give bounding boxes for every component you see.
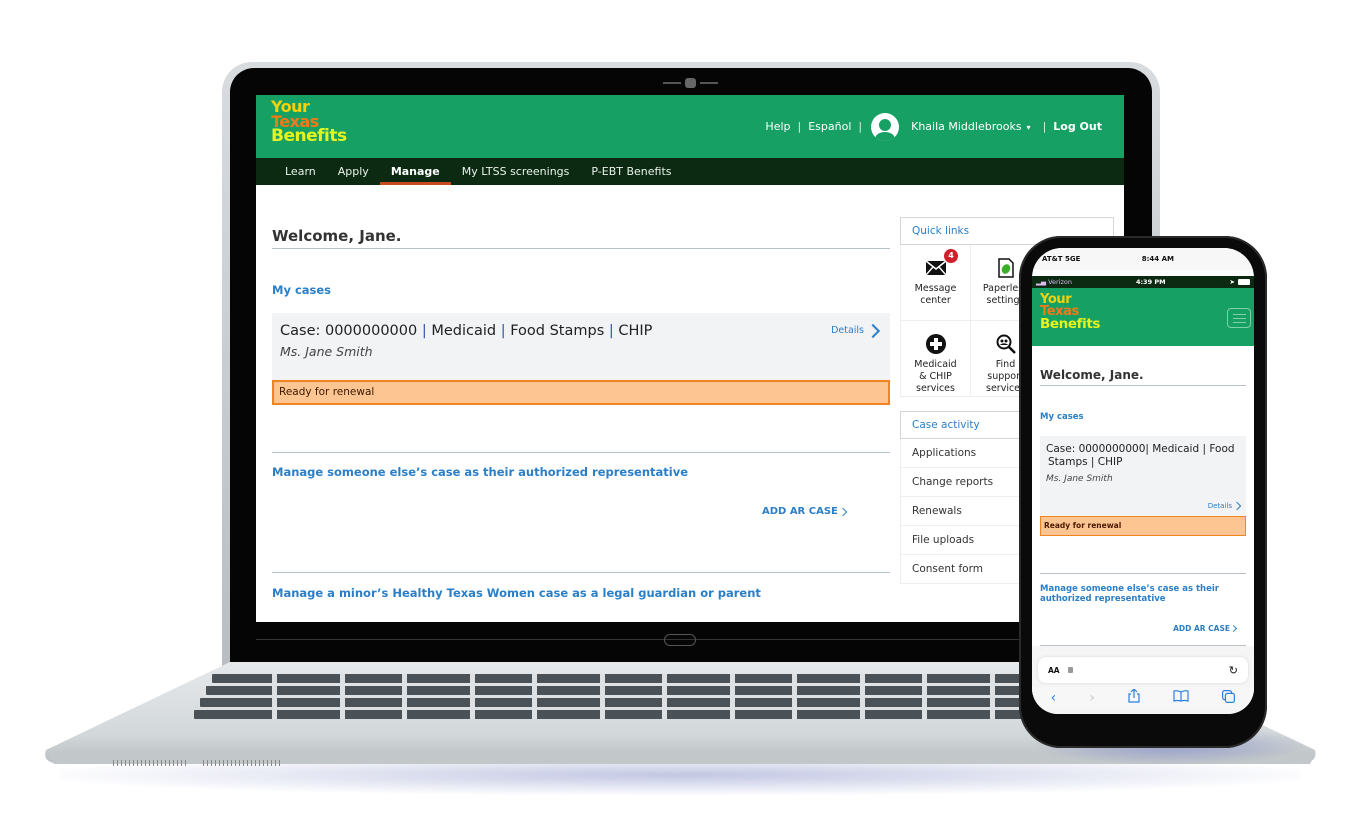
nav-pebt-benefits[interactable]: P-EBT Benefits — [580, 158, 682, 185]
outer-carrier: AT&T 5GE — [1042, 255, 1081, 263]
paperless-leaf-icon — [997, 258, 1014, 278]
separator: | — [1042, 120, 1047, 133]
minor-case-heading: Manage a minor’s Healthy Texas Women cas… — [272, 586, 761, 600]
site-header: Your Texas Benefits Help | Español | Kha… — [256, 95, 1124, 158]
case-card: Case: 0000000000 | Medicaid | Food Stamp… — [272, 313, 890, 380]
browser-toolbar: ‹ › — [1032, 687, 1254, 709]
utility-nav: Help | Español | Khaila Middlebrooks ▾ | … — [765, 95, 1102, 158]
laptop-vent-left — [113, 760, 188, 766]
add-ar-case-button[interactable]: ADD AR CASE — [1040, 624, 1246, 633]
tabs-icon[interactable] — [1222, 689, 1236, 707]
chevron-right-icon — [865, 323, 881, 338]
outer-time: 8:44 AM — [1141, 255, 1174, 263]
lock-icon — [1067, 667, 1073, 673]
signal-icon: ▂▄ — [1036, 278, 1049, 286]
quick-link-medicaid-chip[interactable]: Medicaid & CHIP services — [901, 321, 971, 397]
mobile-content: Welcome, Jane. My cases Case: 0000000000… — [1032, 346, 1254, 646]
chevron-right-icon — [1232, 501, 1242, 511]
divider — [272, 452, 890, 453]
mobile-site-header: Your Texas Benefits — [1032, 288, 1254, 346]
page-title: Welcome, Jane. — [272, 217, 890, 249]
browser-chrome: AA ↻ ‹ › — [1032, 646, 1254, 714]
site-logo[interactable]: Your Texas Benefits — [271, 99, 347, 145]
main-nav: Learn Apply Manage My LTSS screenings P-… — [256, 158, 1124, 185]
reload-icon[interactable]: ↻ — [1229, 664, 1238, 677]
avatar-icon[interactable] — [871, 112, 900, 141]
search-people-icon — [996, 334, 1016, 354]
case-title-line2: Stamps | CHIP — [1048, 456, 1123, 468]
site-logo[interactable]: Your Texas Benefits — [1040, 293, 1100, 331]
outer-status-bar: AT&T 5GE 8:44 AM — [1032, 248, 1254, 270]
inner-time: 4:39 PM — [1135, 278, 1166, 286]
back-icon[interactable]: ‹ — [1051, 690, 1057, 706]
forward-icon[interactable]: › — [1089, 690, 1095, 706]
inner-status-bar: ▂▄ Verizon 4:39 PM ➤ — [1032, 276, 1254, 288]
divider — [272, 572, 890, 573]
nav-learn[interactable]: Learn — [274, 158, 327, 185]
hamburger-menu-icon[interactable] — [1227, 308, 1251, 328]
message-count-badge: 4 — [944, 249, 958, 263]
renewal-status-banner: Ready for renewal — [1040, 516, 1246, 536]
case-card: Case: 0000000000| Medicaid | Food Stamps… — [1040, 436, 1246, 516]
main-content: Welcome, Jane. My cases Case: 0000000000… — [272, 217, 890, 600]
user-name: Khaila Middlebrooks — [911, 120, 1022, 133]
caret-down-icon: ▾ — [1026, 123, 1031, 132]
plus-circle-icon — [925, 334, 946, 354]
ar-heading: Manage someone else’s case as their auth… — [272, 465, 689, 479]
battery-icon — [1237, 279, 1250, 285]
chevron-right-icon — [838, 507, 848, 516]
envelope-icon — [925, 261, 946, 275]
case-title: Case: 0000000000 | Medicaid | Food Stamp… — [280, 323, 653, 339]
case-holder-name: Ms. Jane Smith — [1046, 474, 1113, 484]
share-icon[interactable] — [1128, 688, 1140, 707]
separator: | — [797, 120, 802, 133]
case-title-line1: Case: 0000000000| Medicaid | Food — [1046, 443, 1235, 455]
user-menu[interactable]: Khaila Middlebrooks ▾ — [911, 120, 1030, 133]
my-cases-heading: My cases — [272, 283, 332, 297]
nav-manage[interactable]: Manage — [379, 158, 451, 185]
case-details-link[interactable]: Details — [1208, 501, 1242, 511]
help-link[interactable]: Help — [765, 120, 790, 133]
add-ar-case-button[interactable]: ADD AR CASE — [762, 506, 890, 517]
phone-screen: AT&T 5GE 8:44 AM ▂▄ Verizon 4:39 PM ➤ Yo… — [1032, 248, 1254, 714]
laptop-hinge-knob — [664, 634, 696, 646]
my-cases-heading: My cases — [1040, 412, 1084, 422]
quick-link-message-center[interactable]: 4 Message center — [901, 245, 971, 321]
laptop-camera — [663, 78, 719, 88]
renewal-status-banner: Ready for renewal — [272, 380, 890, 405]
case-holder-name: Ms. Jane Smith — [280, 344, 373, 359]
logout-link[interactable]: Log Out — [1053, 120, 1102, 133]
laptop-screen: Your Texas Benefits Help | Español | Kha… — [256, 95, 1124, 622]
laptop-vent-right — [203, 760, 280, 766]
url-bar[interactable]: AA ↻ — [1038, 657, 1248, 683]
divider — [1040, 573, 1246, 574]
page-title: Welcome, Jane. — [1040, 346, 1246, 386]
espanol-link[interactable]: Español — [808, 120, 851, 133]
bookmarks-icon[interactable] — [1173, 690, 1189, 706]
inner-carrier: ▂▄ Verizon — [1036, 278, 1073, 286]
ar-heading: Manage someone else’s case as their auth… — [1040, 584, 1219, 604]
nav-ltss-screenings[interactable]: My LTSS screenings — [451, 158, 581, 185]
text-size-button[interactable]: AA — [1048, 666, 1060, 675]
location-icon: ➤ — [1229, 278, 1235, 286]
case-details-link[interactable]: Details — [831, 323, 881, 338]
chevron-right-icon — [1229, 624, 1238, 633]
separator: | — [858, 120, 863, 133]
nav-apply[interactable]: Apply — [327, 158, 380, 185]
